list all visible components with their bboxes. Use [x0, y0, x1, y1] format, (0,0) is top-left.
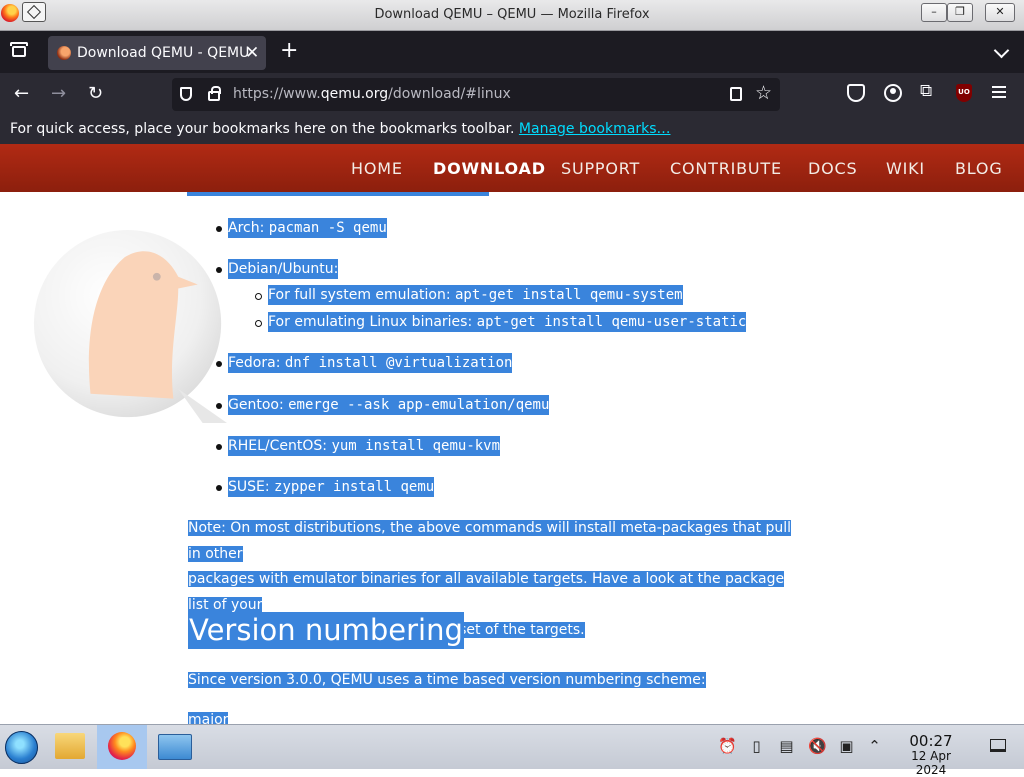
list-item-suse: SUSE: zypper install qemu	[228, 477, 435, 497]
list-item-gentoo: Gentoo: emerge --ask app-emulation/qemu	[228, 395, 550, 415]
clipboard-icon[interactable]: ▤	[778, 738, 795, 755]
url-text[interactable]: https://www.qemu.org/download/#linux	[233, 86, 511, 102]
forward-button[interactable]: →	[51, 83, 66, 104]
distro-label: RHEL/CentOS:	[228, 438, 327, 454]
page-content: Arch: pacman -S qemu Debian/Ubuntu: For …	[0, 192, 1024, 724]
url-path: /download/#linux	[388, 86, 511, 102]
site-navigation: HOME DOWNLOAD SUPPORT CONTRIBUTE DOCS WI…	[0, 144, 1024, 192]
list-item-debian-user: For emulating Linux binaries: apt-get in…	[268, 312, 747, 332]
version-numbering-heading: Version numbering	[188, 612, 464, 649]
sub-list-bullet	[255, 320, 262, 327]
nav-wiki[interactable]: WIKI	[886, 159, 925, 178]
list-item-fedora: Fedora: dnf install @virtualization	[228, 353, 513, 373]
nav-docs[interactable]: DOCS	[808, 159, 857, 178]
distro-label: SUSE:	[228, 479, 270, 495]
url-bar[interactable]: https://www.qemu.org/download/#linux ☆	[172, 78, 780, 111]
list-all-tabs-icon[interactable]	[10, 42, 28, 57]
nav-support[interactable]: SUPPORT	[561, 159, 640, 178]
sub-item-label: For emulating Linux binaries:	[268, 314, 477, 330]
app-menu-icon[interactable]	[992, 86, 1006, 88]
system-settings-icon[interactable]	[158, 734, 192, 760]
command-text: yum install qemu-kvm	[331, 438, 501, 454]
selection-cut-off-line	[187, 192, 489, 196]
firefox-taskbar-icon[interactable]	[108, 732, 136, 760]
maximize-button[interactable]: ❐	[947, 3, 973, 22]
list-bullet	[216, 226, 222, 232]
keyboard-layout-icon[interactable]: ▣	[838, 738, 855, 755]
cut-off-word: major	[188, 712, 229, 724]
sub-list-bullet	[255, 293, 262, 300]
volume-muted-icon[interactable]: 🔇	[808, 738, 827, 755]
nav-download[interactable]: DOWNLOAD	[433, 159, 546, 178]
cut-off-text: major	[188, 710, 229, 724]
sub-item-label: For full system emulation:	[268, 287, 455, 303]
tray-expand-icon[interactable]: ⌃	[866, 738, 883, 755]
show-desktop-icon[interactable]	[990, 739, 1006, 752]
new-tab-button[interactable]: +	[280, 38, 298, 63]
list-bullet	[216, 403, 222, 409]
manage-bookmarks-link[interactable]: Manage bookmarks…	[519, 121, 671, 137]
url-prefix: https://www.	[233, 86, 321, 102]
tab-close-icon[interactable]: ✕	[245, 43, 259, 63]
bookmarks-toolbar: For quick access, place your bookmarks h…	[0, 117, 1024, 144]
list-bullet	[216, 485, 222, 491]
command-text: dnf install @virtualization	[284, 355, 513, 371]
bookmarks-message-text: For quick access, place your bookmarks h…	[10, 121, 519, 137]
clock-time[interactable]: 00:27	[895, 732, 967, 750]
tracking-protection-shield-icon[interactable]	[180, 87, 192, 101]
version-paragraph: Since version 3.0.0, QEMU uses a time ba…	[188, 670, 706, 691]
distro-label: Debian/Ubuntu:	[228, 261, 339, 277]
nav-home[interactable]: HOME	[351, 159, 403, 178]
qemu-favicon-icon	[57, 46, 71, 60]
ublock-origin-icon[interactable]: UO	[956, 84, 972, 102]
version-paragraph-text: Since version 3.0.0, QEMU uses a time ba…	[188, 672, 706, 688]
note-line: packages with emulator binaries for all …	[188, 571, 785, 613]
nav-blog[interactable]: BLOG	[955, 159, 1003, 178]
back-button[interactable]: ←	[14, 83, 29, 104]
pocket-icon[interactable]	[847, 84, 865, 102]
command-text: apt-get install qemu-system	[455, 287, 683, 303]
distro-label: Fedora:	[228, 355, 281, 371]
bookmark-star-icon[interactable]: ☆	[755, 82, 772, 104]
bookmarks-empty-message: For quick access, place your bookmarks h…	[10, 121, 670, 137]
reload-button[interactable]: ↻	[88, 83, 103, 104]
command-text: zypper install qemu	[274, 479, 435, 495]
lock-icon[interactable]	[208, 86, 221, 101]
url-host: qemu.org	[320, 86, 389, 102]
navigation-toolbar: ← → ↻ https://www.qemu.org/download/#lin…	[0, 73, 1024, 117]
distro-label: Arch:	[228, 220, 265, 236]
window-title: Download QEMU – QEMU — Mozilla Firefox	[374, 7, 650, 22]
list-item-rhel: RHEL/CentOS: yum install qemu-kvm	[228, 436, 501, 456]
battery-icon[interactable]: ▯	[748, 738, 765, 755]
list-bullet	[216, 361, 222, 367]
notifications-icon[interactable]: ⏰	[718, 738, 737, 755]
file-manager-icon[interactable]	[55, 733, 85, 759]
clock-date[interactable]: 12 Apr 2024	[895, 749, 967, 777]
account-icon[interactable]	[884, 84, 902, 102]
command-text: emerge --ask app-emulation/qemu	[288, 397, 550, 413]
command-text: apt-get install qemu-user-static	[476, 314, 747, 330]
nav-contribute[interactable]: CONTRIBUTE	[670, 159, 782, 178]
list-item-arch: Arch: pacman -S qemu	[228, 218, 387, 238]
command-text: pacman -S qemu	[268, 220, 387, 236]
tab-label: Download QEMU - QEMU	[77, 45, 250, 61]
taskbar: ⏰ ▯ ▤ 🔇 ▣ ⌃ 00:27 12 Apr 2024	[0, 724, 1024, 777]
close-button[interactable]: ✕	[985, 3, 1015, 22]
extensions-icon[interactable]: ⧉	[920, 81, 938, 101]
note-line: Note: On most distributions, the above c…	[188, 520, 792, 562]
tab-strip: Download QEMU - QEMU ✕ +	[0, 31, 1024, 73]
minimize-button[interactable]: –	[921, 3, 947, 22]
distro-label: Gentoo:	[228, 397, 284, 413]
list-item-debian-system: For full system emulation: apt-get insta…	[268, 285, 683, 305]
list-bullet	[216, 444, 222, 450]
list-item-debian: Debian/Ubuntu:	[228, 259, 339, 279]
window-titlebar: Download QEMU – QEMU — Mozilla Firefox –…	[0, 0, 1024, 31]
list-bullet	[216, 267, 222, 273]
reader-view-icon[interactable]	[730, 87, 742, 101]
tab-download-qemu[interactable]: Download QEMU - QEMU ✕	[48, 36, 266, 70]
start-menu-button[interactable]	[5, 731, 38, 764]
chevron-down-icon[interactable]	[993, 42, 1010, 59]
qemu-logo-watermark	[33, 229, 227, 423]
